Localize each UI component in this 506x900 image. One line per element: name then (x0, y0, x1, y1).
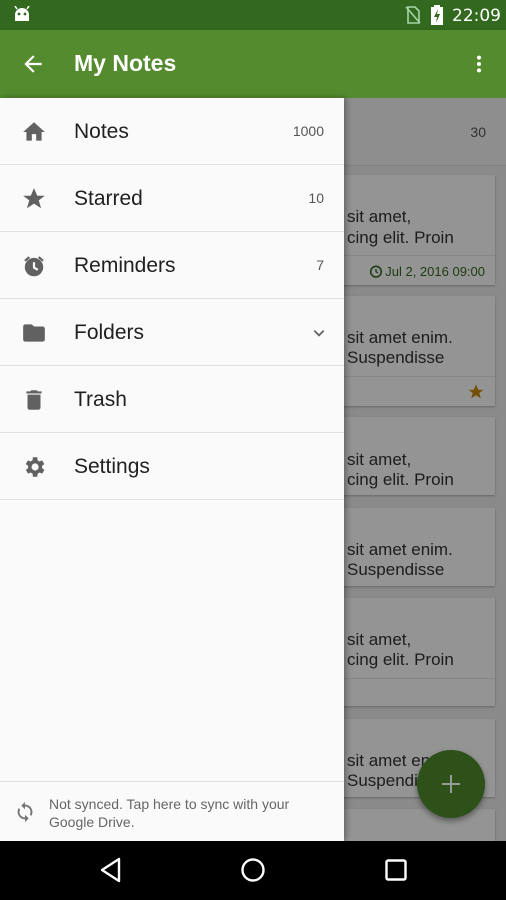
drawer-item-label: Starred (74, 187, 143, 210)
sync-prompt[interactable]: Not synced. Tap here to sync with your G… (0, 781, 344, 841)
plus-icon (442, 775, 460, 793)
folder-icon (23, 324, 45, 342)
sync-text: Not synced. Tap here to sync with your G… (49, 796, 290, 830)
alarm-icon (24, 256, 44, 277)
home-icon (23, 122, 45, 141)
sync-icon (17, 801, 33, 823)
app-toolbar: My Notes (0, 30, 506, 98)
drawer-item-settings[interactable]: Settings (0, 433, 344, 500)
chevron-down-icon[interactable] (312, 326, 326, 340)
home-circle-icon[interactable] (239, 856, 267, 884)
navigation-drawer: Notes 1000 Starred 10 Reminders 7 Folder… (0, 98, 344, 841)
drawer-item-label: Reminders (74, 254, 176, 277)
drawer-item-count: 1000 (292, 123, 324, 139)
drawer-item-folders[interactable]: Folders (0, 299, 344, 366)
status-bar: 22:09 (0, 0, 506, 30)
drawer-item-label: Folders (74, 321, 145, 344)
drawer-item-reminders[interactable]: Reminders 7 (0, 232, 344, 299)
gear-icon (25, 457, 45, 477)
drawer-item-label: Notes (74, 120, 129, 143)
recents-square-icon[interactable] (383, 856, 409, 884)
system-navigation-bar (0, 841, 506, 900)
drawer-item-notes[interactable]: Notes 1000 (0, 98, 344, 165)
no-sim-icon (405, 6, 421, 24)
back-triangle-icon[interactable] (98, 856, 124, 884)
add-note-button[interactable] (417, 750, 485, 818)
drawer-item-trash[interactable]: Trash (0, 366, 344, 433)
drawer-item-count: 10 (308, 190, 324, 206)
status-time: 22:09 (452, 6, 501, 26)
star-icon (23, 188, 45, 209)
drawer-item-label: Settings (74, 455, 150, 478)
drawer-item-starred[interactable]: Starred 10 (0, 165, 344, 232)
trash-icon (26, 390, 42, 410)
battery-charging-icon (431, 5, 443, 25)
drawer-item-label: Trash (74, 388, 127, 411)
drawer-item-count: 7 (316, 257, 324, 273)
back-arrow-icon[interactable] (20, 51, 46, 77)
android-notification-icon (14, 6, 30, 21)
more-vert-icon[interactable] (468, 51, 490, 77)
page-title: My Notes (74, 50, 177, 76)
